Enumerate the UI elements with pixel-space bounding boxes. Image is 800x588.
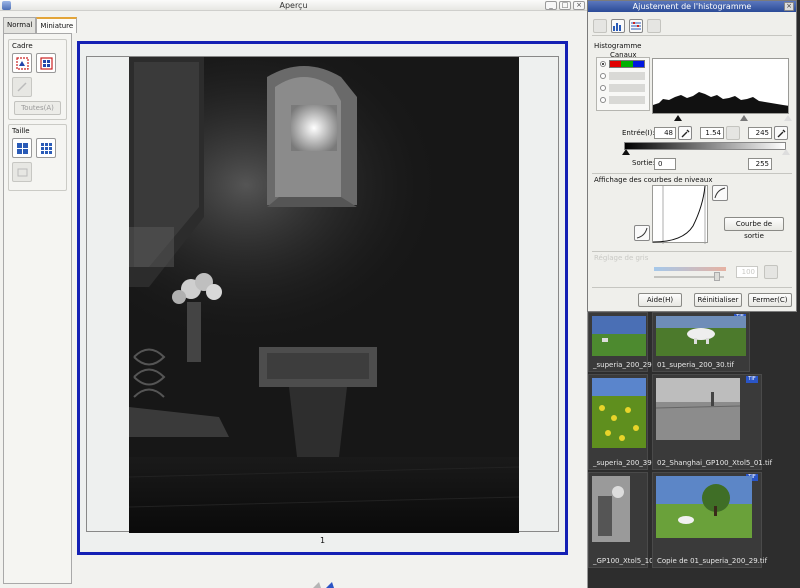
channel-blue-radio[interactable] — [600, 97, 606, 103]
gray-balance-eyedropper-icon[interactable] — [764, 265, 778, 279]
preview-photo[interactable] — [129, 57, 519, 533]
gray-eyedropper-icon[interactable] — [726, 126, 740, 140]
frame-auto-icon[interactable] — [12, 53, 32, 73]
preview-page — [86, 56, 559, 533]
courbe-de-sortie-button[interactable]: Courbe de sortie — [724, 217, 784, 240]
dialog-close-button[interactable]: × — [784, 2, 794, 11]
tone-curve-tool-icon[interactable] — [629, 19, 643, 33]
channel-red-radio[interactable] — [600, 73, 606, 79]
cadre-label: Cadre — [12, 42, 33, 50]
separator — [592, 287, 792, 288]
left-panel: Normal Miniature Cadre Toutes(A) Taille — [3, 17, 78, 584]
output-curve-icon[interactable] — [712, 185, 728, 201]
help-button[interactable]: Aide(H) — [638, 293, 682, 307]
window-titlebar: Aperçu _ □ × — [0, 0, 587, 11]
thumbnail-item[interactable]: TIF Copie de 01_superia_200_29.tif — [652, 472, 767, 568]
output-gradient-bar — [624, 142, 786, 150]
cadre-group: Cadre Toutes(A) — [8, 39, 67, 120]
window-title: Aperçu — [279, 1, 308, 10]
navigation-arrows-icon[interactable] — [309, 580, 339, 588]
frame-clear-icon[interactable] — [12, 77, 32, 97]
gray-balance-label: Réglage de gris — [594, 254, 649, 262]
view-tabs: Normal Miniature — [3, 17, 78, 33]
output-white-slider[interactable] — [782, 149, 790, 155]
curves-label: Affichage des courbes de niveaux — [594, 176, 713, 184]
toutes-button[interactable]: Toutes(A) — [14, 101, 61, 115]
reset-button[interactable]: Réinitialiser — [694, 293, 742, 307]
frame-all-icon[interactable] — [36, 53, 56, 73]
tab-panel-body: Cadre Toutes(A) Taille — [3, 33, 72, 584]
taille-group: Taille — [8, 124, 67, 191]
fermer-button[interactable]: Fermer(C) — [748, 293, 792, 307]
size-large-icon[interactable] — [12, 138, 32, 158]
size-custom-icon[interactable] — [12, 162, 32, 182]
gray-balance-slider[interactable] — [714, 272, 720, 281]
tab-miniature[interactable]: Miniature — [36, 17, 78, 33]
tab-normal[interactable]: Normal — [3, 17, 37, 33]
input-white-slider[interactable] — [784, 115, 792, 121]
channel-green[interactable] — [597, 82, 649, 94]
thumbnail-caption: 02_Shanghai_GP100_Xtol5_01.tif — [657, 459, 773, 467]
channel-rgb[interactable] — [597, 58, 649, 70]
dialog-toolbar — [588, 12, 796, 37]
channel-rgb-radio[interactable] — [600, 61, 606, 67]
close-button[interactable]: × — [573, 1, 585, 10]
minimize-button[interactable]: _ — [545, 1, 557, 10]
thumbnail-item[interactable]: TIF 01_superia_200_30.tif — [652, 312, 750, 372]
channel-green-radio[interactable] — [600, 85, 606, 91]
thumbnail-caption: _superia_200_39.tif — [593, 459, 662, 467]
thumbnail-caption: 01_superia_200_30.tif — [657, 361, 734, 369]
channel-blue[interactable] — [597, 94, 649, 106]
separator — [592, 173, 792, 174]
input-curve-icon[interactable] — [634, 225, 650, 241]
tif-badge: TIF — [746, 376, 758, 383]
input-white-field[interactable]: 245 — [748, 127, 772, 139]
thumbnail-item[interactable]: _GP100_Xtol5_10.tif — [588, 472, 663, 568]
entree-label: Entrée(I): — [622, 129, 655, 137]
gray-balance-field[interactable]: 100 — [736, 266, 758, 278]
histogram-graph — [652, 58, 789, 114]
maximize-button[interactable]: □ — [559, 1, 571, 10]
thumbnail-item[interactable]: TIF 02_Shanghai_GP100_Xtol5_01.tif — [652, 374, 772, 470]
taille-label: Taille — [12, 127, 30, 135]
auto-adjust-icon[interactable] — [593, 19, 607, 33]
input-gamma-field[interactable]: 1.54 — [700, 127, 724, 139]
input-black-slider[interactable] — [674, 115, 682, 121]
separator — [592, 35, 792, 36]
input-gamma-slider[interactable] — [740, 115, 748, 121]
input-black-field[interactable]: 48 — [654, 127, 676, 139]
output-white-field[interactable]: 255 — [748, 158, 772, 170]
output-black-field[interactable]: 0 — [654, 158, 676, 170]
white-eyedropper-icon[interactable] — [774, 126, 788, 140]
histogram-dialog: Ajustement de l'histogramme × Histogramm… — [587, 0, 797, 312]
dialog-titlebar: Ajustement de l'histogramme × — [588, 1, 796, 12]
thumbnail-strip: _superia_200_29.tif TIF 01_superia_200_3… — [588, 312, 800, 588]
thumbnail-item[interactable]: _superia_200_29.tif — [588, 312, 661, 372]
histogram-tool-icon[interactable] — [611, 19, 625, 33]
color-balance-icon[interactable] — [647, 19, 661, 33]
histogramme-label: Histogramme — [594, 42, 642, 50]
page-number: 1 — [319, 536, 326, 545]
output-black-slider[interactable] — [622, 149, 630, 155]
channels-list — [596, 57, 650, 111]
size-small-icon[interactable] — [36, 138, 56, 158]
thumbnail-caption: _superia_200_29.tif — [593, 361, 662, 369]
dialog-title: Ajustement de l'histogramme — [632, 2, 752, 11]
sortie-label: Sortie: — [632, 159, 655, 167]
levels-curve-graph — [652, 185, 708, 244]
black-eyedropper-icon[interactable] — [678, 126, 692, 140]
channel-red[interactable] — [597, 70, 649, 82]
thumbnail-item[interactable]: _superia_200_39.tif — [588, 374, 661, 470]
thumbnail-caption: Copie de 01_superia_200_29.tif — [657, 557, 768, 565]
separator — [592, 251, 792, 252]
preview-frame[interactable]: 1 — [77, 41, 568, 555]
preview-window: Aperçu _ □ × Normal Miniature Cadre Tout… — [0, 0, 588, 588]
rgb-swatch — [609, 60, 645, 68]
